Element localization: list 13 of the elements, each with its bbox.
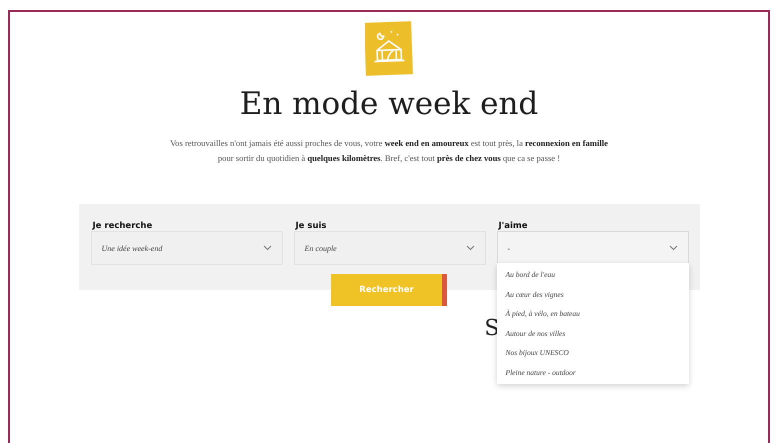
filter-select[interactable]: - xyxy=(496,231,688,265)
filter-label: Je recherche xyxy=(92,221,154,231)
section-heading: S xyxy=(484,316,500,341)
chevron-down-icon xyxy=(668,245,678,251)
tent-logo-icon xyxy=(365,20,413,76)
filter-label: J'aime xyxy=(498,221,529,231)
intro-paragraph: Vos retrouvailles n'ont jamais été aussi proches de vous, votre week end en amoureux est tout près, la reconnexion en famille pour sortir du quotidien à quelques kilomètres. Bref, c'est tout près de chez vous que ca se passe ! xyxy=(169,137,609,165)
filter-select[interactable]: En couple xyxy=(294,231,486,265)
page-title: En mode week end xyxy=(240,86,538,122)
chevron-down-icon xyxy=(466,245,474,251)
chevron-down-icon xyxy=(262,245,272,251)
filter-label: Je suis xyxy=(296,221,328,231)
filter-select[interactable]: Une idée week-end xyxy=(90,231,282,265)
